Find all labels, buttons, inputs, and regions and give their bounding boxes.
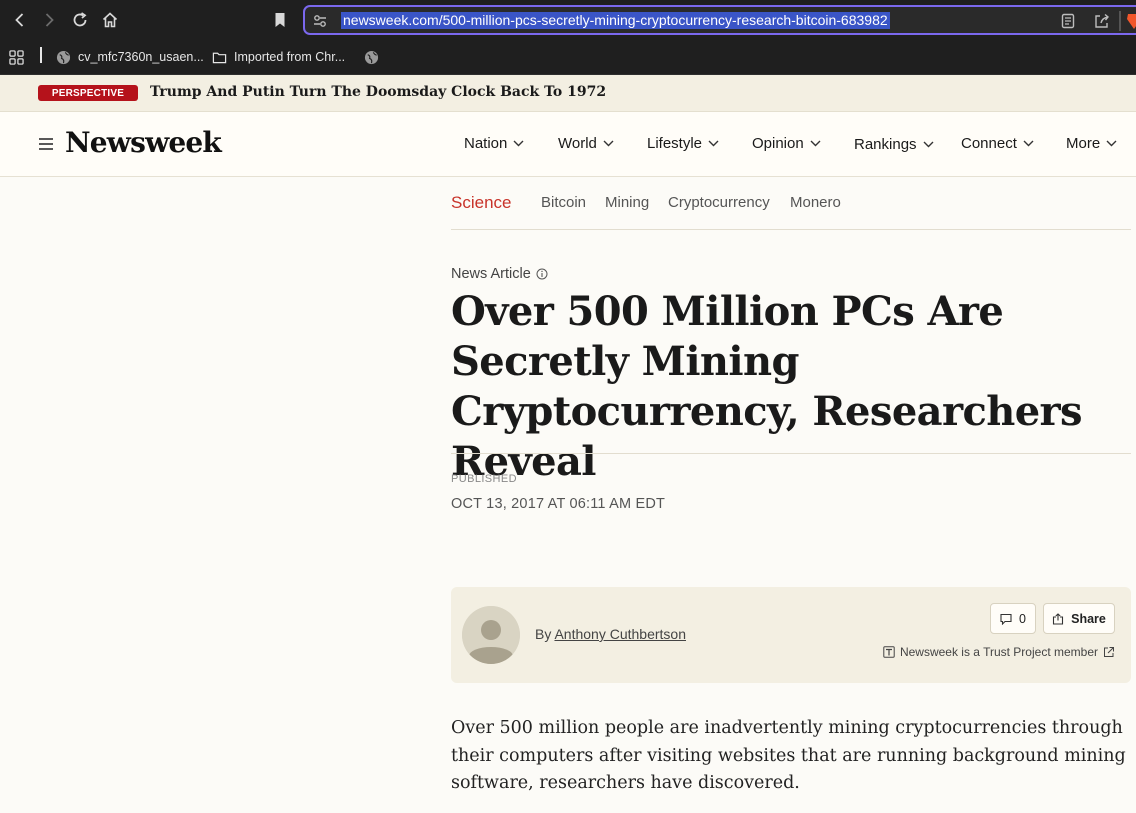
nav-lifestyle[interactable]: Lifestyle — [647, 135, 719, 152]
nav-rankings[interactable]: Rankings — [854, 136, 934, 153]
site-header: Newsweek Nation World Lifestyle Opinion … — [0, 112, 1136, 177]
nav-label: World — [558, 135, 597, 152]
reload-icon — [73, 12, 87, 27]
browser-toolbar: newsweek.com/500-million-pcs-secretly-mi… — [0, 0, 1136, 40]
bookmark-label: cv_mfc7360n_usaen... — [78, 50, 204, 64]
article-type: News Article — [451, 266, 548, 282]
perspective-headline[interactable]: Trump And Putin Turn The Doomsday Clock … — [150, 84, 606, 100]
tag-cryptocurrency[interactable]: Cryptocurrency — [668, 194, 770, 211]
nav-world[interactable]: World — [558, 135, 614, 152]
apps-button[interactable] — [9, 46, 24, 68]
info-icon[interactable] — [536, 268, 548, 280]
reader-icon[interactable] — [1059, 12, 1077, 30]
chevron-down-icon — [708, 140, 719, 147]
nav-nation[interactable]: Nation — [464, 135, 524, 152]
share-button[interactable]: Share — [1043, 603, 1115, 634]
tag-monero[interactable]: Monero — [790, 194, 841, 211]
nav-label: Connect — [961, 135, 1017, 152]
author-avatar[interactable] — [462, 606, 520, 664]
perspective-banner[interactable]: PERSPECTIVE Trump And Putin Turn The Doo… — [0, 75, 1136, 112]
bookmark-folder[interactable]: Imported from Chr... — [212, 46, 345, 68]
comments-button[interactable]: 0 — [990, 603, 1036, 634]
bookmark-folder-label: Imported from Chr... — [234, 50, 346, 64]
trust-label: Newsweek is a Trust Project member — [899, 645, 1098, 659]
forward-button[interactable] — [37, 8, 61, 32]
nav-label: Nation — [464, 135, 508, 152]
chevron-down-icon — [603, 140, 614, 147]
reload-button[interactable] — [68, 8, 92, 32]
section-science[interactable]: Science — [451, 193, 511, 213]
bookmark-icon — [275, 13, 285, 27]
comment-icon — [1000, 613, 1012, 625]
author-link[interactable]: Anthony Cuthbertson — [554, 626, 686, 642]
apps-grid-icon — [9, 49, 24, 65]
chevron-down-icon — [810, 140, 821, 147]
chevron-down-icon — [1023, 140, 1034, 147]
chevron-down-icon — [1106, 140, 1117, 147]
newsweek-logo[interactable]: Newsweek — [65, 126, 222, 159]
external-link-icon — [1104, 647, 1114, 657]
chevron-down-icon — [513, 140, 524, 147]
bookmarks-separator — [40, 47, 42, 63]
article-headline: Over 500 Million PCs Are Secretly Mining… — [451, 288, 1083, 485]
nav-more[interactable]: More — [1066, 135, 1117, 152]
home-button[interactable] — [98, 8, 122, 32]
tag-mining[interactable]: Mining — [605, 194, 649, 211]
globe-icon — [56, 50, 71, 64]
nav-label: Opinion — [752, 135, 804, 152]
hamburger-icon[interactable] — [38, 137, 54, 151]
published-date: OCT 13, 2017 AT 06:11 AM EDT — [451, 496, 666, 512]
address-bar[interactable]: newsweek.com/500-million-pcs-secretly-mi… — [303, 5, 1136, 35]
bookmark-item[interactable]: cv_mfc7360n_usaen... — [56, 46, 204, 68]
published-label: PUBLISHED — [451, 473, 517, 485]
back-button[interactable] — [8, 8, 32, 32]
trust-project-link[interactable]: Newsweek is a Trust Project member — [883, 645, 1115, 659]
brave-lion-icon[interactable] — [1127, 12, 1136, 30]
byline: By Anthony Cuthbertson — [535, 626, 686, 642]
share-label: Share — [1071, 611, 1106, 626]
folder-icon — [212, 52, 227, 63]
separator — [1119, 11, 1121, 31]
chevron-left-icon — [15, 13, 24, 27]
perspective-badge: PERSPECTIVE — [38, 85, 138, 101]
bookmarks-bar: cv_mfc7360n_usaen... Imported from Chr..… — [0, 40, 1136, 75]
article-type-label: News Article — [451, 266, 531, 282]
avatar-placeholder-icon — [462, 606, 520, 664]
chevron-down-icon — [923, 141, 934, 148]
chevron-right-icon — [45, 13, 54, 27]
bookmark-page-button[interactable] — [268, 8, 292, 32]
divider — [451, 453, 1131, 454]
globe-icon — [364, 50, 379, 64]
nav-connect[interactable]: Connect — [961, 135, 1034, 152]
url-text[interactable]: newsweek.com/500-million-pcs-secretly-mi… — [341, 12, 890, 29]
nav-label: Lifestyle — [647, 135, 703, 152]
article-body-paragraph: Over 500 million people are inadvertentl… — [451, 718, 1126, 793]
nav-label: More — [1066, 135, 1101, 152]
share-icon — [1053, 612, 1064, 625]
byline-box: By Anthony Cuthbertson 0 Share Newsweek … — [451, 587, 1131, 683]
share-icon[interactable] — [1093, 12, 1111, 30]
nav-label: Rankings — [854, 136, 917, 153]
topic-nav: Science Bitcoin Mining Cryptocurrency Mo… — [451, 178, 1131, 230]
tag-bitcoin[interactable]: Bitcoin — [541, 194, 586, 211]
trust-project-icon — [883, 646, 895, 658]
bookmark-item[interactable] — [364, 46, 379, 68]
tune-icon[interactable] — [311, 12, 329, 30]
home-icon — [102, 12, 118, 28]
comment-count: 0 — [1019, 611, 1026, 626]
byline-prefix: By — [535, 626, 552, 642]
nav-opinion[interactable]: Opinion — [752, 135, 821, 152]
